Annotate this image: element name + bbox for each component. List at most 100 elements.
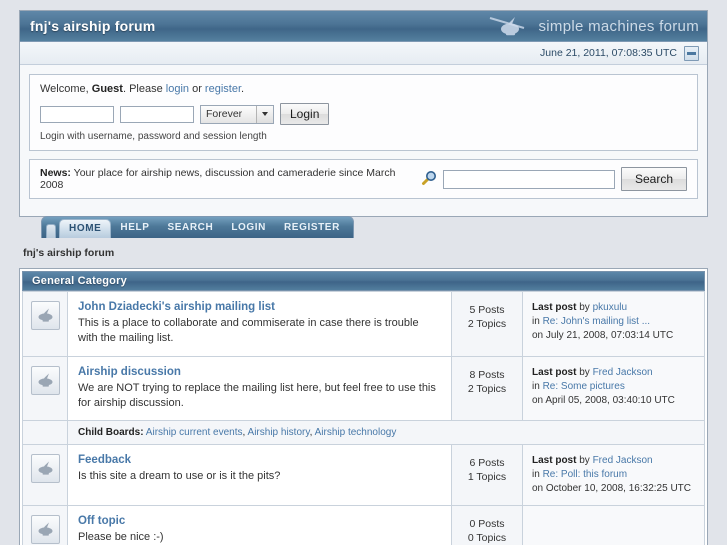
breadcrumb: fnj's airship forum xyxy=(23,247,115,259)
welcome-prefix: Welcome, xyxy=(40,83,92,95)
lastpost-in: in xyxy=(532,381,543,392)
lastpost-label: Last post xyxy=(532,302,577,313)
board-airship-icon xyxy=(30,454,60,483)
board-posts-count: 8 Posts xyxy=(469,369,505,381)
board-lastpost-cell: Last post by Fred Jackson in Re: Poll: t… xyxy=(522,444,705,506)
lastpost-date: on July 21, 2008, 07:03:14 UTC xyxy=(532,330,674,341)
board-topics-count: 1 Topics xyxy=(467,471,507,483)
board-link[interactable]: Airship discussion xyxy=(78,366,441,378)
child-boards-row: Child Boards: Airship current events, Ai… xyxy=(22,420,705,445)
board-topics-count: 2 Topics xyxy=(467,318,507,330)
table-row: Airship discussion We are NOT trying to … xyxy=(22,356,705,421)
forum-header: fnj's airship forum simple machines foru… xyxy=(19,10,708,217)
login-button[interactable]: Login xyxy=(280,103,330,125)
lastpost-topic-link[interactable]: Re: Poll: this forum xyxy=(543,469,627,480)
board-table: John Dziadecki's airship mailing list Th… xyxy=(22,291,705,545)
board-topics-count: 2 Topics xyxy=(467,383,507,395)
table-row: Off topic Please be nice :-) 0 Posts 0 T… xyxy=(22,505,705,545)
lastpost-author-link[interactable]: Fred Jackson xyxy=(593,367,653,378)
board-description: This is a place to collaborate and commi… xyxy=(78,317,419,344)
board-airship-icon xyxy=(30,366,60,395)
or-label: or xyxy=(189,83,205,95)
child-board-link[interactable]: Airship technology xyxy=(315,427,397,438)
smf-logo: simple machines forum xyxy=(488,14,699,38)
chevron-down-icon xyxy=(256,105,273,123)
lastpost-by: by xyxy=(576,455,593,466)
board-lastpost-cell xyxy=(522,505,705,545)
lastpost-author-link[interactable]: pkuxulu xyxy=(593,302,627,313)
header-body: Welcome, Guest. Please login or register… xyxy=(20,65,707,216)
lastpost-label: Last post xyxy=(532,455,577,466)
lastpost-topic-link[interactable]: Re: Some pictures xyxy=(543,381,625,392)
header-date-bar: June 21, 2011, 07:08:35 UTC xyxy=(20,42,707,65)
login-form: Forever Login xyxy=(40,103,687,125)
child-board-link[interactable]: Airship history xyxy=(248,427,310,438)
child-boards-label: Child Boards: xyxy=(78,427,144,438)
board-icon-cell xyxy=(22,356,68,421)
tab-search[interactable]: SEARCH xyxy=(158,218,222,237)
session-length-select[interactable]: Forever xyxy=(200,104,274,124)
tab-help[interactable]: HELP xyxy=(111,218,158,237)
register-link[interactable]: register xyxy=(205,83,241,95)
board-lastpost-cell: Last post by pkuxulu in Re: John's maili… xyxy=(522,291,705,357)
board-posts-count: 6 Posts xyxy=(469,457,505,469)
board-airship-icon xyxy=(30,515,60,544)
board-info-cell: Off topic Please be nice :-) xyxy=(67,505,452,545)
lastpost-topic-link[interactable]: Re: John's mailing list ... xyxy=(543,316,651,327)
magnifier-icon xyxy=(421,170,437,189)
login-hint: Login with username, password and sessio… xyxy=(40,131,267,142)
lastpost-author-line: Last post by Fred Jackson xyxy=(532,454,696,468)
board-stats-cell: 5 Posts 2 Topics xyxy=(451,291,523,357)
login-panel: Welcome, Guest. Please login or register… xyxy=(29,74,698,151)
board-stats-cell: 0 Posts 0 Topics xyxy=(451,505,523,545)
nav-left-nub xyxy=(46,223,56,238)
board-stats-cell: 8 Posts 2 Topics xyxy=(451,356,523,421)
welcome-middle: . Please xyxy=(122,83,166,95)
board-description: We are NOT trying to replace the mailing… xyxy=(78,382,436,409)
lastpost-topic-line: in Re: Some pictures xyxy=(532,380,696,394)
tab-login[interactable]: LOGIN xyxy=(222,218,275,237)
password-input[interactable] xyxy=(120,105,194,123)
current-datetime: June 21, 2011, 07:08:35 UTC xyxy=(540,47,677,59)
board-info-cell: John Dziadecki's airship mailing list Th… xyxy=(67,291,452,357)
board-description: Is this site a dream to use or is it the… xyxy=(78,470,281,482)
lastpost-date: on October 10, 2008, 16:32:25 UTC xyxy=(532,483,691,494)
tab-register[interactable]: REGISTER xyxy=(275,218,349,237)
board-link[interactable]: John Dziadecki's airship mailing list xyxy=(78,301,441,313)
page-root: fnj's airship forum simple machines foru… xyxy=(0,0,727,545)
news-label: News: xyxy=(40,167,71,179)
tab-home[interactable]: HOME xyxy=(59,219,112,238)
search-button[interactable]: Search xyxy=(620,167,687,191)
board-posts-count: 5 Posts xyxy=(469,304,505,316)
site-title: fnj's airship forum xyxy=(30,18,156,34)
board-icon-cell xyxy=(22,505,68,545)
username-input[interactable] xyxy=(40,105,114,123)
lastpost-author-line: Last post by pkuxulu xyxy=(532,301,696,315)
category-title: General Category xyxy=(32,275,127,287)
board-link[interactable]: Feedback xyxy=(78,454,441,466)
search-input[interactable] xyxy=(442,169,615,189)
news-text-block: News: Your place for airship news, discu… xyxy=(40,167,421,191)
content-wrapper: fnj's airship forum simple machines foru… xyxy=(19,0,708,545)
child-board-link[interactable]: Airship current events xyxy=(146,427,243,438)
lastpost-topic-line: in Re: John's mailing list ... xyxy=(532,315,696,329)
lastpost-author-link[interactable]: Fred Jackson xyxy=(593,455,653,466)
guest-label: Guest xyxy=(91,83,123,95)
child-boards-bar: Child Boards: Airship current events, Ai… xyxy=(67,420,705,445)
board-topics-count: 0 Topics xyxy=(467,532,507,544)
session-length-value: Forever xyxy=(206,108,243,120)
board-stats-cell: 6 Posts 1 Topics xyxy=(451,444,523,506)
login-link[interactable]: login xyxy=(166,83,189,95)
header-title-bar: fnj's airship forum simple machines foru… xyxy=(20,11,707,42)
airship-logo-icon xyxy=(488,14,532,38)
lastpost-in: in xyxy=(532,469,543,480)
news-panel: News: Your place for airship news, discu… xyxy=(29,159,698,199)
nav-tab-bar: HOME HELP SEARCH LOGIN REGISTER xyxy=(41,216,354,238)
lastpost-in: in xyxy=(532,316,543,327)
news-text: Your place for airship news, discussion … xyxy=(40,167,396,191)
collapse-icon[interactable] xyxy=(684,45,699,61)
board-info-cell: Feedback Is this site a dream to use or … xyxy=(67,444,452,506)
board-link[interactable]: Off topic xyxy=(78,515,441,527)
welcome-period: . xyxy=(241,83,245,95)
table-row: Feedback Is this site a dream to use or … xyxy=(22,444,705,506)
